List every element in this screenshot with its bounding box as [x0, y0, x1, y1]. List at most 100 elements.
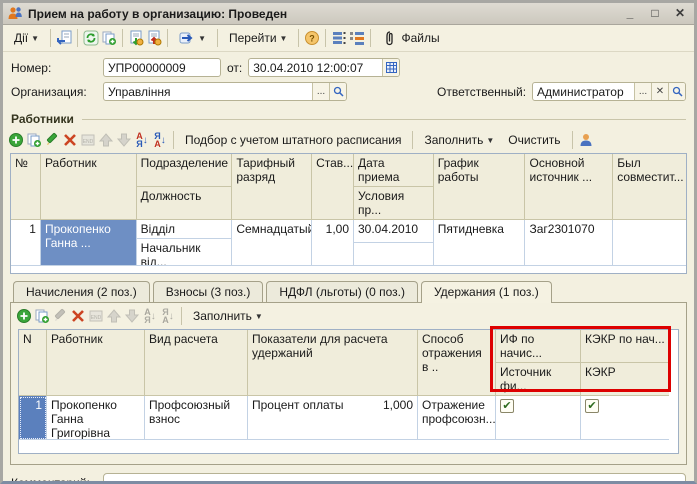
col-header-if[interactable]: ИФ по начис... Источник фи...: [496, 330, 581, 396]
copy-add-icon[interactable]: [101, 30, 117, 46]
col-header-hire-date[interactable]: Дата приема: [354, 154, 433, 187]
subordination-structure-button[interactable]: ▼: [173, 27, 212, 49]
cell-calc-type[interactable]: Профсоюзный взнос: [145, 396, 248, 440]
tab-ndfl[interactable]: НДФЛ (льготы) (0 поз.): [266, 281, 418, 302]
if-checkbox[interactable]: ✔: [500, 399, 514, 413]
post-document-icon[interactable]: [128, 30, 144, 46]
cell-indicators[interactable]: Процент оплаты 1,000: [248, 396, 418, 440]
sort-descending-icon[interactable]: Я А ↓: [152, 132, 168, 149]
move-down-icon[interactable]: [124, 308, 140, 324]
delete-row-icon[interactable]: [70, 308, 86, 324]
employee-card-icon[interactable]: [578, 132, 594, 148]
staff-pick-button[interactable]: Подбор с учетом штатного расписания: [179, 130, 407, 150]
fill-menu-button[interactable]: Заполнить ▼: [418, 130, 500, 150]
deductions-table-row[interactable]: 1 Прокопенко Ганна Григорівна Профсоюзны…: [19, 396, 678, 440]
col-header-reflection[interactable]: Способ отражения в ..: [418, 330, 496, 396]
col-header-rate[interactable]: Став...: [312, 154, 354, 220]
col-header-kekr-code[interactable]: КЭКР: [581, 363, 669, 395]
organization-ellipsis-button[interactable]: ...: [312, 83, 329, 100]
unpost-document-icon[interactable]: [146, 30, 162, 46]
sort-ascending-icon[interactable]: А Я ↓: [134, 132, 150, 149]
end-date-icon[interactable]: END: [80, 132, 96, 148]
add-row-icon[interactable]: [8, 132, 24, 148]
cell-employee[interactable]: Прокопенко Ганна Григорівна: [47, 396, 145, 440]
help-icon[interactable]: ?: [304, 30, 320, 46]
col-header-kekr[interactable]: КЭКР по нач... КЭКР: [581, 330, 669, 396]
actions-menu-button[interactable]: Дії ▼: [8, 28, 45, 48]
comment-input[interactable]: [103, 473, 686, 481]
cell-kekr-checkbox[interactable]: ✔: [581, 396, 669, 440]
col-header-hiredate-conditions[interactable]: Дата приема Условия пр...: [354, 154, 434, 220]
close-button[interactable]: ✕: [670, 6, 690, 22]
col-header-calc-type[interactable]: Вид расчета: [145, 330, 248, 396]
col-header-num[interactable]: N: [19, 330, 47, 396]
reread-icon[interactable]: [56, 30, 72, 46]
cell-hiredate-conditions[interactable]: 30.04.2010: [354, 220, 434, 266]
refresh-icon[interactable]: [83, 30, 99, 46]
cell-position[interactable]: Начальник від...: [137, 239, 232, 265]
kekr-checkbox[interactable]: ✔: [585, 399, 599, 413]
cell-indicator-name[interactable]: Процент оплаты: [252, 398, 383, 437]
fill-menu-button[interactable]: Заполнить ▼: [187, 306, 269, 326]
organization-input[interactable]: Управління ...: [103, 82, 347, 101]
list-settings-icon[interactable]: [331, 30, 347, 46]
cell-parttime[interactable]: [613, 220, 687, 266]
add-row-icon[interactable]: [16, 308, 32, 324]
cell-reflection[interactable]: Отражение профсоюзн...: [418, 396, 496, 440]
cell-rate[interactable]: 1,00: [312, 220, 354, 266]
col-header-position[interactable]: Должность: [137, 187, 232, 219]
cell-conditions[interactable]: [354, 243, 433, 265]
number-input[interactable]: УПР00000009: [103, 58, 221, 77]
cell-source[interactable]: Заг2301070: [525, 220, 614, 266]
move-up-icon[interactable]: [106, 308, 122, 324]
tab-contributions[interactable]: Взносы (3 поз.): [152, 281, 264, 302]
col-header-conditions[interactable]: Условия пр...: [354, 187, 433, 219]
responsible-input[interactable]: Администратор ... ✕: [532, 82, 686, 101]
organization-search-icon[interactable]: [329, 83, 346, 100]
move-up-icon[interactable]: [98, 132, 114, 148]
delete-row-icon[interactable]: [62, 132, 78, 148]
responsible-clear-button[interactable]: ✕: [651, 83, 668, 100]
sort-descending-icon[interactable]: Я А ↓: [160, 308, 176, 325]
responsible-search-icon[interactable]: [668, 83, 685, 100]
col-header-indicators[interactable]: Показатели для расчета удержаний: [248, 330, 418, 396]
cell-schedule[interactable]: Пятидневка: [433, 220, 526, 266]
calendar-button[interactable]: [382, 59, 400, 76]
cell-employee[interactable]: Прокопенко Ганна ...: [40, 220, 137, 266]
col-header-department-position[interactable]: Подразделение Должность: [136, 154, 233, 220]
edit-row-icon[interactable]: [44, 132, 60, 148]
copy-row-icon[interactable]: [26, 132, 42, 148]
cell-hire-date[interactable]: 30.04.2010: [354, 220, 433, 243]
cell-grade[interactable]: Семнадцатый: [232, 220, 313, 266]
col-header-schedule[interactable]: График работы: [433, 154, 526, 220]
col-header-if-group[interactable]: ИФ по начис...: [496, 330, 580, 363]
goto-menu-button[interactable]: Перейти ▼: [223, 28, 293, 48]
clear-button[interactable]: Очистить: [502, 130, 566, 150]
maximize-button[interactable]: □: [645, 6, 665, 22]
col-header-parttime[interactable]: Был совместит...: [613, 154, 687, 220]
edit-row-icon[interactable]: [52, 308, 68, 324]
copy-row-icon[interactable]: [34, 308, 50, 324]
responsible-ellipsis-button[interactable]: ...: [634, 83, 651, 100]
cell-num[interactable]: 1: [19, 396, 47, 440]
col-header-num[interactable]: №: [11, 154, 41, 220]
minimize-button[interactable]: _: [620, 6, 640, 22]
cell-department-position[interactable]: Відділ Начальник від...: [136, 220, 233, 266]
sort-ascending-icon[interactable]: А Я ↓: [142, 308, 158, 325]
attached-files-button[interactable]: Файлы: [376, 27, 445, 49]
col-header-employee[interactable]: Работник: [40, 154, 137, 220]
cell-if-checkbox[interactable]: ✔: [496, 396, 581, 440]
restore-settings-icon[interactable]: [349, 30, 365, 46]
date-input[interactable]: 30.04.2010 12:00:07: [248, 58, 401, 77]
cell-indicator-value[interactable]: 1,000: [383, 398, 413, 437]
col-header-if-source[interactable]: Источник фи...: [496, 363, 580, 395]
move-down-icon[interactable]: [116, 132, 132, 148]
cell-num[interactable]: 1: [11, 220, 41, 266]
end-date-icon[interactable]: END: [88, 308, 104, 324]
col-header-department[interactable]: Подразделение: [136, 154, 232, 187]
col-header-source[interactable]: Основной источник ...: [525, 154, 614, 220]
cell-department[interactable]: Відділ: [136, 220, 232, 239]
tab-deductions[interactable]: Удержания (1 поз.): [420, 281, 552, 303]
workers-table-row[interactable]: 1 Прокопенко Ганна ... Відділ Начальник …: [11, 220, 687, 266]
col-header-grade[interactable]: Тарифный разряд: [232, 154, 313, 220]
